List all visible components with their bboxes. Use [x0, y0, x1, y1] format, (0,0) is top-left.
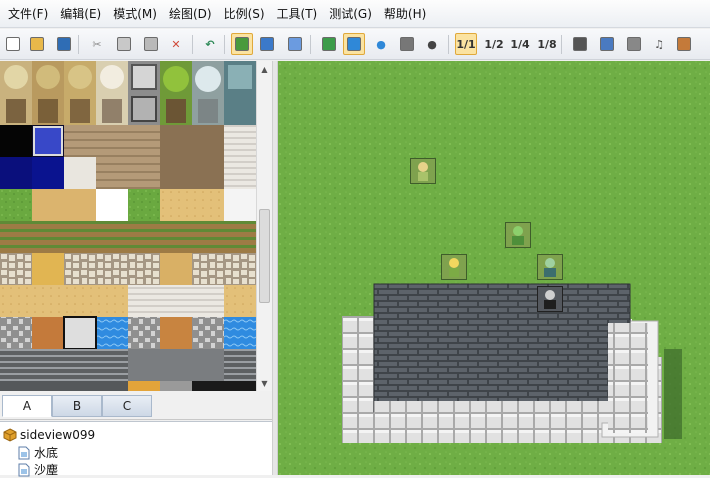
event-mode-icon [260, 37, 274, 51]
zoom-1-2-button[interactable]: 1/2 [483, 33, 505, 55]
ellipse-tool-button[interactable]: ● [370, 33, 392, 55]
scrollbar-thumb[interactable] [259, 209, 270, 303]
sound-test-icon: ♫ [654, 37, 664, 51]
tab-b[interactable]: B [52, 395, 102, 417]
toolbar-separator [448, 35, 449, 54]
tileset-tabs: A B C [0, 392, 272, 420]
region-mode-button[interactable] [284, 33, 306, 55]
region-mode-icon [288, 37, 302, 51]
save-project-button[interactable] [53, 33, 75, 55]
tile-palette-image [0, 61, 256, 391]
tab-c[interactable]: C [102, 395, 152, 417]
shadow-pen-button[interactable]: ● [421, 33, 443, 55]
zoom-1-2-icon: 1/2 [484, 37, 504, 51]
character-sprite-icon [512, 226, 524, 245]
undo-icon: ↶ [205, 37, 215, 51]
menu-bar: 文件(F) 编辑(E) 模式(M) 绘图(D) 比例(S) 工具(T) 测试(G) 帮助(H) [0, 0, 710, 28]
map-tree: sideview099 水底 沙塵 [0, 421, 272, 478]
event-marker[interactable] [441, 254, 467, 280]
sound-test-button[interactable]: ♫ [648, 33, 670, 55]
paste-button[interactable] [140, 33, 162, 55]
toolbar-separator [224, 35, 225, 54]
menu-item[interactable]: 工具(T) [271, 2, 324, 25]
zoom-1-1-icon: 1/1 [456, 37, 476, 51]
map-image [278, 61, 710, 475]
copy-button[interactable] [113, 33, 135, 55]
event-marker[interactable] [537, 286, 563, 312]
delete-button[interactable]: ✕ [165, 33, 187, 55]
open-project-button[interactable] [26, 33, 48, 55]
map-file-icon [18, 463, 30, 476]
paste-icon [144, 37, 158, 51]
ellipse-tool-icon: ● [376, 37, 386, 51]
tree-item-label: 水底 [34, 446, 59, 460]
new-project-icon [6, 37, 20, 51]
rectangle-tool-button[interactable] [343, 33, 365, 55]
event-marker[interactable] [410, 158, 436, 184]
tile-palette[interactable] [0, 61, 256, 391]
zoom-1-4-button[interactable]: 1/4 [509, 33, 531, 55]
event-mode-button[interactable] [256, 33, 278, 55]
zoom-1-4-icon: 1/4 [510, 37, 530, 51]
map-canvas[interactable] [278, 61, 710, 475]
event-searcher-button[interactable] [623, 33, 645, 55]
map-file-icon [18, 446, 30, 459]
plugin-manager-button[interactable] [596, 33, 618, 55]
map-mode-button[interactable] [231, 33, 253, 55]
toolbar: ✂ ✕ ↶ ● ● 1/1 1/2 1/4 1/8 ♫ [0, 29, 710, 60]
tree-item-label: sideview099 [20, 427, 96, 442]
menu-item[interactable]: 比例(S) [218, 2, 271, 25]
menu-item[interactable]: 文件(F) [2, 2, 54, 25]
character-sprite-icon [418, 162, 428, 181]
database-icon [573, 37, 587, 51]
rectangle-tool-icon [347, 37, 361, 51]
menu-item[interactable]: 编辑(E) [54, 2, 107, 25]
pencil-tool-icon [322, 37, 336, 51]
tab-a[interactable]: A [2, 395, 52, 417]
tree-item-map[interactable]: 沙塵 [18, 461, 58, 478]
fill-tool-icon [400, 37, 414, 51]
toolbar-separator [78, 35, 79, 54]
character-generator-icon [677, 37, 691, 51]
event-searcher-icon [627, 37, 641, 51]
toolbar-separator [192, 35, 193, 54]
new-project-button[interactable] [2, 33, 24, 55]
fill-tool-button[interactable] [396, 33, 418, 55]
toolbar-separator [310, 35, 311, 54]
scroll-down-arrow-icon[interactable]: ▼ [257, 375, 272, 391]
pencil-tool-button[interactable] [318, 33, 340, 55]
shadow-pen-icon: ● [427, 37, 437, 51]
event-marker[interactable] [537, 254, 563, 280]
character-generator-button[interactable] [673, 33, 695, 55]
delete-icon: ✕ [171, 37, 181, 51]
save-project-icon [57, 37, 71, 51]
menu-item[interactable]: 帮助(H) [378, 2, 432, 25]
zoom-1-8-icon: 1/8 [537, 37, 557, 51]
event-marker[interactable] [505, 222, 531, 248]
tree-item-project[interactable]: sideview099 [3, 426, 95, 443]
project-cube-icon [3, 427, 17, 442]
database-button[interactable] [569, 33, 591, 55]
menu-item[interactable]: 测试(G) [323, 2, 378, 25]
menu-item[interactable]: 绘图(D) [163, 2, 218, 25]
character-sprite-icon [449, 258, 459, 277]
cut-button[interactable]: ✂ [86, 33, 108, 55]
plugin-manager-icon [600, 37, 614, 51]
toolbar-separator [561, 35, 562, 54]
tree-item-label: 沙塵 [34, 463, 59, 477]
character-sprite-icon [544, 258, 556, 277]
character-sprite-icon [544, 290, 556, 309]
palette-scrollbar[interactable]: ▲ ▼ [256, 61, 272, 391]
zoom-1-1-button[interactable]: 1/1 [455, 33, 477, 55]
menu-item[interactable]: 模式(M) [107, 2, 163, 25]
scroll-up-arrow-icon[interactable]: ▲ [257, 61, 272, 77]
cut-icon: ✂ [92, 37, 102, 51]
tree-item-map[interactable]: 水底 [18, 444, 58, 461]
undo-button[interactable]: ↶ [199, 33, 221, 55]
zoom-1-8-button[interactable]: 1/8 [536, 33, 558, 55]
open-project-icon [30, 37, 44, 51]
map-mode-icon [235, 37, 249, 51]
copy-icon [117, 37, 131, 51]
